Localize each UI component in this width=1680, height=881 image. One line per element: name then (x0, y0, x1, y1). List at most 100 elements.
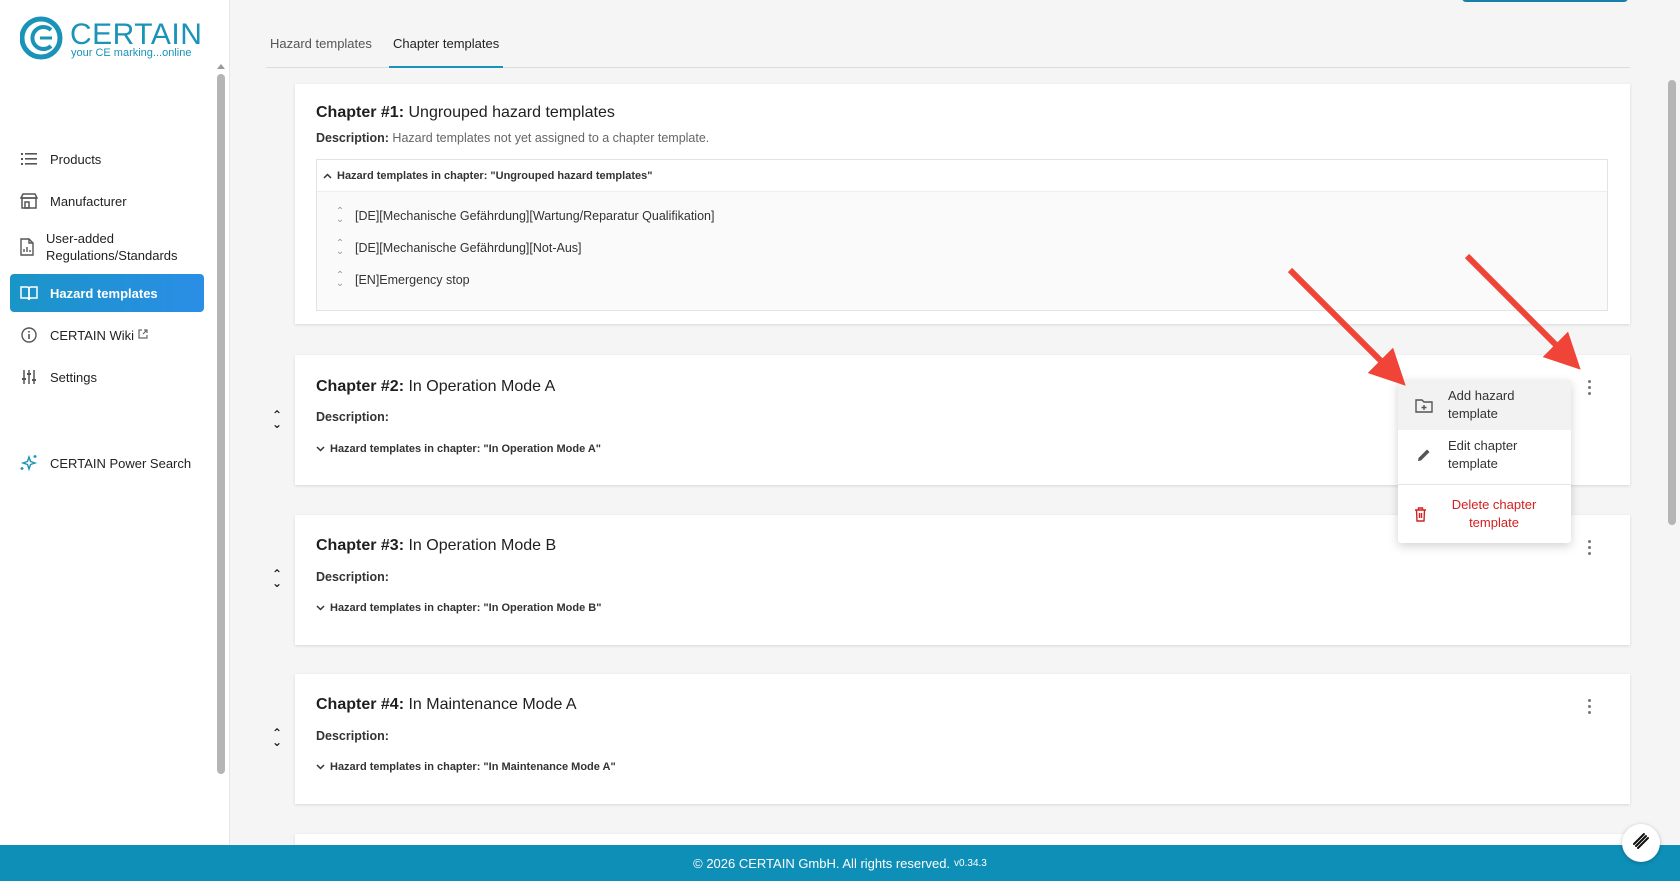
sidebar-scrollbar[interactable] (217, 64, 225, 774)
chapter-number: Chapter #4: (316, 696, 405, 713)
sidebar-item-manufacturer[interactable]: Manufacturer (10, 182, 204, 220)
sidebar-item-label: Hazard templates (50, 285, 158, 301)
sidebar-item-label: CERTAIN Power Search (50, 455, 192, 471)
hazard-list-toggle[interactable]: Hazard templates in chapter: "Ungrouped … (317, 160, 1607, 192)
tab-bar: Hazard templates Chapter templates (266, 28, 1630, 68)
drag-handle-icon[interactable]: ⌃ ⌄ (335, 239, 345, 257)
folder-plus-icon (1414, 395, 1434, 415)
top-action-button[interactable] (1462, 0, 1628, 2)
chapter-name: Ungrouped hazard templates (408, 104, 615, 121)
sidebar-item-products[interactable]: Products (10, 140, 204, 178)
sidebar-item-settings[interactable]: Settings (10, 358, 204, 396)
sliders-icon (20, 368, 38, 386)
reorder-handle-icon[interactable]: ⌃ ⌄ (270, 568, 284, 589)
main-scrollbar-thumb[interactable] (1668, 80, 1676, 525)
sidebar-nav: Products Manufacturer User-added Regulat… (10, 140, 204, 400)
chevron-down-icon (316, 761, 325, 773)
chapter-description: Description: (316, 729, 389, 743)
sidebar-item-hazard-templates[interactable]: Hazard templates (10, 274, 204, 312)
sidebar: CERTAIN your CE marking...online Product… (0, 0, 230, 845)
sidebar-item-regulations[interactable]: User-added Regulations/Standards (10, 224, 204, 270)
document-icon (20, 238, 34, 256)
external-link-icon (138, 328, 148, 342)
tool-icon (1632, 832, 1650, 855)
edit-chapter-template-menu-item[interactable]: Edit chapter template (1398, 430, 1571, 480)
info-icon (20, 326, 38, 344)
chapter-name: In Maintenance Mode A (408, 696, 577, 713)
trash-icon (1410, 504, 1430, 524)
chapter-description: Description: (316, 570, 389, 584)
scrollbar-thumb[interactable] (217, 74, 225, 774)
chapter-number: Chapter #3: (316, 537, 405, 554)
chapter-menu-icon[interactable] (1581, 537, 1597, 557)
hazard-item-label: [DE][Mechanische Gefährdung][Not-Aus] (355, 241, 582, 255)
chapter-title: Chapter #3: In Operation Mode B (316, 537, 556, 555)
chapter-card: Chapter #1: Ungrouped hazard templates D… (295, 84, 1630, 324)
description-label: Description: (316, 131, 389, 145)
sidebar-item-power-search[interactable]: CERTAIN Power Search (10, 444, 204, 482)
chapter-title: Chapter #2: In Operation Mode A (316, 378, 555, 396)
description-label: Description: (316, 570, 389, 584)
sidebar-item-label: Manufacturer (50, 193, 127, 209)
hazard-item[interactable]: ⌃ ⌄ [EN]Emergency stop (335, 271, 470, 289)
footer: © 2026 CERTAIN GmbH. All rights reserved… (0, 845, 1680, 881)
power-search: CERTAIN Power Search (10, 444, 204, 486)
sparkle-icon (20, 454, 38, 472)
sidebar-item-label: CERTAIN Wiki (50, 327, 135, 343)
chapter-description: Description: (316, 410, 389, 424)
hazard-item[interactable]: ⌃ ⌄ [DE][Mechanische Gefährdung][Not-Aus] (335, 239, 582, 257)
scroll-up-icon[interactable] (217, 64, 225, 69)
hazard-list-title: Hazard templates in chapter: "In Mainten… (330, 761, 616, 773)
store-icon (20, 192, 38, 210)
certain-logo-mark (20, 16, 63, 60)
hazard-list-toggle[interactable]: Hazard templates in chapter: "In Operati… (316, 602, 601, 614)
tab-hazard-templates[interactable]: Hazard templates (266, 36, 376, 68)
reorder-handle-icon[interactable]: ⌃ ⌄ (270, 409, 284, 430)
sidebar-item-wiki[interactable]: CERTAIN Wiki (10, 316, 204, 354)
menu-item-label: Edit chapter template (1448, 438, 1518, 471)
chevron-up-icon (323, 170, 332, 182)
menu-item-label: Delete chapter template (1451, 497, 1537, 530)
sidebar-item-label: User-added Regulations/Standards (46, 231, 178, 263)
hazard-list-panel: Hazard templates in chapter: "Ungrouped … (316, 159, 1608, 311)
chapter-number: Chapter #2: (316, 378, 405, 395)
list-icon (20, 150, 38, 168)
chapter-menu-icon[interactable] (1581, 696, 1597, 716)
certain-logo[interactable]: CERTAIN your CE marking...online (20, 16, 202, 64)
chapter-card: Chapter #4: In Maintenance Mode A Descri… (295, 674, 1630, 804)
menu-divider (1398, 484, 1571, 485)
hazard-list-title: Hazard templates in chapter: "In Operati… (330, 602, 602, 614)
brand-tagline: your CE marking...online (71, 47, 192, 59)
chapter-title: Chapter #1: Ungrouped hazard templates (316, 104, 615, 122)
chapter-name: In Operation Mode B (408, 537, 557, 554)
hazard-item-label: [EN]Emergency stop (355, 273, 470, 287)
hazard-list-toggle[interactable]: Hazard templates in chapter: "In Operati… (316, 443, 601, 455)
sidebar-item-label: Products (50, 151, 102, 167)
book-icon (20, 284, 38, 302)
feedback-button[interactable] (1622, 824, 1660, 862)
sidebar-item-label: Settings (50, 369, 97, 385)
add-hazard-template-menu-item[interactable]: Add hazard template (1398, 380, 1571, 430)
description-text: Hazard templates not yet assigned to a c… (392, 131, 710, 145)
chapter-menu-icon[interactable] (1581, 377, 1597, 397)
footer-copyright: © 2026 CERTAIN GmbH. All rights reserved… (693, 855, 951, 871)
pencil-icon (1414, 445, 1434, 465)
tab-chapter-templates[interactable]: Chapter templates (389, 36, 504, 68)
chapter-title: Chapter #4: In Maintenance Mode A (316, 696, 577, 714)
app-version: v0.34.3 (954, 857, 987, 869)
drag-handle-icon[interactable]: ⌃ ⌄ (335, 207, 345, 225)
description-label: Description: (316, 729, 389, 743)
hazard-list-toggle[interactable]: Hazard templates in chapter: "In Mainten… (316, 761, 616, 773)
menu-item-label: Add hazard template (1448, 388, 1515, 421)
reorder-handle-icon[interactable]: ⌃ ⌄ (270, 727, 284, 748)
chapter-context-menu: Add hazard template Edit chapter templat… (1398, 380, 1571, 543)
chapter-number: Chapter #1: (316, 104, 405, 121)
chevron-down-icon (316, 443, 325, 455)
delete-chapter-template-menu-item[interactable]: Delete chapter template (1398, 488, 1571, 540)
hazard-item-label: [DE][Mechanische Gefährdung][Wartung/Rep… (355, 209, 715, 223)
hazard-item[interactable]: ⌃ ⌄ [DE][Mechanische Gefährdung][Wartung/… (335, 207, 715, 225)
description-label: Description: (316, 410, 389, 424)
chevron-down-icon (316, 602, 325, 614)
drag-handle-icon[interactable]: ⌃ ⌄ (335, 271, 345, 289)
chapter-name: In Operation Mode A (408, 378, 556, 395)
